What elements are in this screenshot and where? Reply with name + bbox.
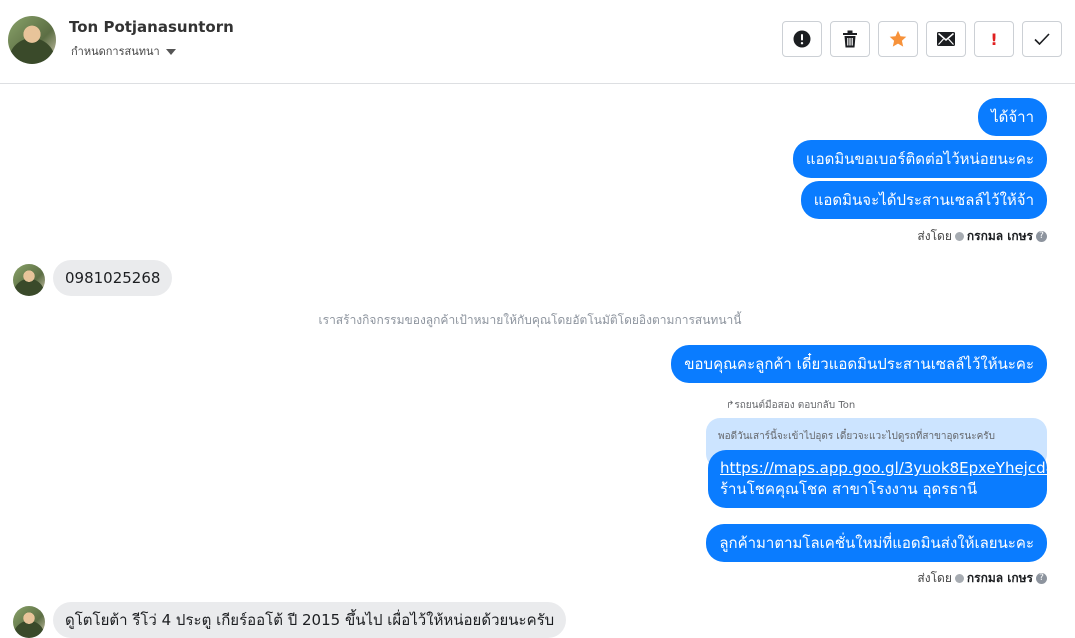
reply-meta: ↱รถยนต์มือสอง ตอบกลับ Ton [726,400,856,411]
sent-by-label: ส่งโดย [917,229,952,243]
mark-done-button[interactable] [1022,21,1062,57]
outgoing-message[interactable]: แอดมินขอเบอร์ติดต่อไว้หน่อยนะคะ [792,140,1047,178]
sent-check-icon [954,232,964,241]
link-message-text: ร้านโชคคุณโชค สาขาโรงงาน อุดรธานี [720,480,978,498]
incoming-message[interactable]: ดูโตโยต้า รีโว่ 4 ประตู เกียร์ออโต้ ปี 2… [53,602,567,638]
outgoing-message[interactable]: แอดมินจะได้ประสานเซลล์ไว้ให้จ้า [800,181,1047,219]
outgoing-message[interactable]: ได้จ้าา [978,98,1047,136]
mark-unread-button[interactable] [926,21,966,57]
check-icon [1034,33,1050,45]
help-icon[interactable]: ? [1036,231,1047,242]
maps-link[interactable]: https://maps.app.goo.gl/3yuok8EpxeYhejcd… [720,458,1055,479]
contact-avatar-small[interactable] [13,606,45,638]
outgoing-message[interactable]: ขอบคุณคะลูกค้า เดี๋ยวแอดมินประสานเซลล์ไว… [671,345,1047,383]
agent-name[interactable]: กรกมล เกษร [967,229,1033,243]
sent-by-label: ส่งโดย [917,571,952,585]
star-icon [889,30,907,47]
trash-icon [843,30,857,48]
assign-label: กำหนดการสนทนา [71,45,160,58]
follow-up-button[interactable]: ! [974,21,1014,57]
sent-check-icon [954,574,964,583]
outgoing-link-message[interactable]: https://maps.app.goo.gl/3yuok8EpxeYhejcd… [708,450,1055,508]
conversation-header: Ton Potjanasuntorn กำหนดการสนทนา ! [0,0,1075,84]
outgoing-message[interactable]: ลูกค้ามาตามโลเคชั่นใหม่ที่แอดมินส่งให้เล… [706,524,1047,562]
contact-avatar[interactable] [8,16,56,64]
alert-circle-icon [793,30,811,48]
envelope-icon [937,32,955,46]
contact-name[interactable]: Ton Potjanasuntorn [69,18,234,36]
system-note: เราสร้างกิจกรรมของลูกค้าเป้าหมายให้กับคุ… [318,313,742,327]
sent-by-line: ส่งโดย กรกมล เกษร? [917,227,1047,246]
sent-by-line: ส่งโดย กรกมล เกษร? [917,569,1047,588]
conversation-toolbar: ! [782,21,1062,57]
contact-avatar-small[interactable] [13,264,45,296]
mark-spam-button[interactable] [782,21,822,57]
agent-name[interactable]: กรกมล เกษร [967,571,1033,585]
delete-button[interactable] [830,21,870,57]
star-button[interactable] [878,21,918,57]
incoming-message[interactable]: 0981025268 [53,260,173,296]
assign-conversation-dropdown[interactable]: กำหนดการสนทนา [71,42,176,60]
caret-down-icon [165,49,176,55]
help-icon[interactable]: ? [1036,573,1047,584]
exclamation-icon: ! [990,29,998,49]
